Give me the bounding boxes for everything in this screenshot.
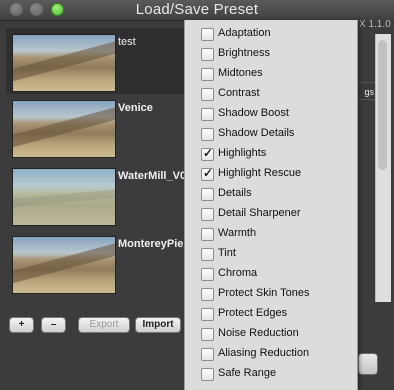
- menu-item-label: Noise Reduction: [218, 327, 299, 339]
- checkbox[interactable]: [201, 328, 214, 341]
- checkbox[interactable]: [201, 68, 214, 81]
- remove-preset-button[interactable]: –: [41, 317, 66, 333]
- preset-item[interactable]: WaterMill_V00: [6, 162, 184, 228]
- checkmark-icon: ✓: [203, 146, 214, 160]
- checkbox[interactable]: [201, 128, 214, 141]
- window-title: Load/Save Preset: [135, 1, 259, 18]
- checkbox[interactable]: ✓: [201, 146, 214, 161]
- menu-item-label: Shadow Boost: [218, 107, 289, 119]
- checkbox[interactable]: [201, 208, 214, 221]
- preset-name: WaterMill_V00: [118, 170, 184, 182]
- menu-item-protect-edges[interactable]: Protect Edges: [185, 305, 357, 325]
- preset-name: MontereyPier: [118, 238, 184, 250]
- menu-item-midtones[interactable]: Midtones: [185, 65, 357, 85]
- menu-item-tint[interactable]: Tint: [185, 245, 357, 265]
- preset-item[interactable]: test: [6, 28, 184, 94]
- menu-item-label: Highlights: [218, 147, 267, 159]
- checkbox[interactable]: [201, 368, 214, 381]
- preset-window: Load/Save Preset test Venice WaterMill_V…: [0, 0, 394, 390]
- checkbox[interactable]: [201, 288, 214, 301]
- checkbox[interactable]: [201, 248, 214, 261]
- menu-item-label: Warmth: [218, 227, 257, 239]
- panel-button[interactable]: [358, 353, 378, 375]
- checkmark-icon: ✓: [203, 166, 214, 180]
- checkbox[interactable]: [201, 108, 214, 121]
- menu-item-highlight-rescue[interactable]: ✓ Highlight Rescue: [185, 165, 357, 185]
- menu-item-safe-range[interactable]: Safe Range: [185, 365, 357, 385]
- preset-thumbnail: [12, 100, 116, 158]
- version-label: X 1.1.0: [359, 19, 391, 30]
- menu-item-label: Tint: [218, 247, 236, 259]
- export-button[interactable]: Export: [78, 317, 130, 333]
- menu-item-chroma[interactable]: Chroma: [185, 265, 357, 285]
- menu-item-highlights[interactable]: ✓ Highlights: [185, 145, 357, 165]
- menu-item-detail-sharpener[interactable]: Detail Sharpener: [185, 205, 357, 225]
- checkbox[interactable]: [201, 268, 214, 281]
- menu-item-label: Highlight Rescue: [218, 167, 302, 179]
- checkbox[interactable]: [201, 308, 214, 321]
- menu-item-label: Midtones: [218, 67, 263, 79]
- menu-item-details[interactable]: Details: [185, 185, 357, 205]
- preset-thumbnail: [12, 236, 116, 294]
- checkbox[interactable]: [201, 348, 214, 361]
- menu-item-label: Protect Skin Tones: [218, 287, 310, 299]
- import-button[interactable]: Import: [135, 317, 181, 333]
- checkbox[interactable]: [201, 88, 214, 101]
- preset-name: Venice: [118, 102, 153, 114]
- menu-item-label: Safe Range: [218, 367, 277, 379]
- checkbox[interactable]: [201, 228, 214, 241]
- preset-item[interactable]: MontereyPier: [6, 230, 184, 296]
- menu-item-aliasing-reduction[interactable]: Aliasing Reduction: [185, 345, 357, 365]
- preset-item[interactable]: Venice: [6, 94, 184, 160]
- checkbox[interactable]: ✓: [201, 166, 214, 181]
- menu-item-label: Detail Sharpener: [218, 207, 301, 219]
- menu-item-contrast[interactable]: Contrast: [185, 85, 357, 105]
- preset-list[interactable]: test Venice WaterMill_V00 MontereyPier: [6, 28, 184, 308]
- preset-name: test: [118, 36, 136, 48]
- menu-item-label: Chroma: [218, 267, 258, 279]
- checkbox[interactable]: [201, 28, 214, 41]
- checkbox[interactable]: [201, 188, 214, 201]
- menu-item-label: Shadow Details: [218, 127, 295, 139]
- menu-item-protect-skin-tones[interactable]: Protect Skin Tones: [185, 285, 357, 305]
- title-bar: Load/Save Preset: [0, 0, 394, 21]
- menu-item-noise-reduction[interactable]: Noise Reduction: [185, 325, 357, 345]
- add-preset-button[interactable]: +: [9, 317, 34, 333]
- menu-item-adaptation[interactable]: Adaptation: [185, 25, 357, 45]
- preset-thumbnail: [12, 34, 116, 92]
- menu-item-label: Protect Edges: [218, 307, 288, 319]
- menu-item-shadow-details[interactable]: Shadow Details: [185, 125, 357, 145]
- menu-item-label: Brightness: [218, 47, 270, 59]
- menu-item-label: Details: [218, 187, 252, 199]
- menu-item-shadow-boost[interactable]: Shadow Boost: [185, 105, 357, 125]
- scrollbar-thumb[interactable]: [378, 40, 387, 170]
- menu-item-brightness[interactable]: Brightness: [185, 45, 357, 65]
- menu-item-warmth[interactable]: Warmth: [185, 225, 357, 245]
- checkbox[interactable]: [201, 48, 214, 61]
- menu-item-label: Contrast: [218, 87, 260, 99]
- parameter-menu: Adaptation Brightness Midtones Contrast …: [184, 20, 358, 390]
- menu-item-label: Adaptation: [218, 27, 271, 39]
- preset-thumbnail: [12, 168, 116, 226]
- menu-item-label: Aliasing Reduction: [218, 347, 310, 359]
